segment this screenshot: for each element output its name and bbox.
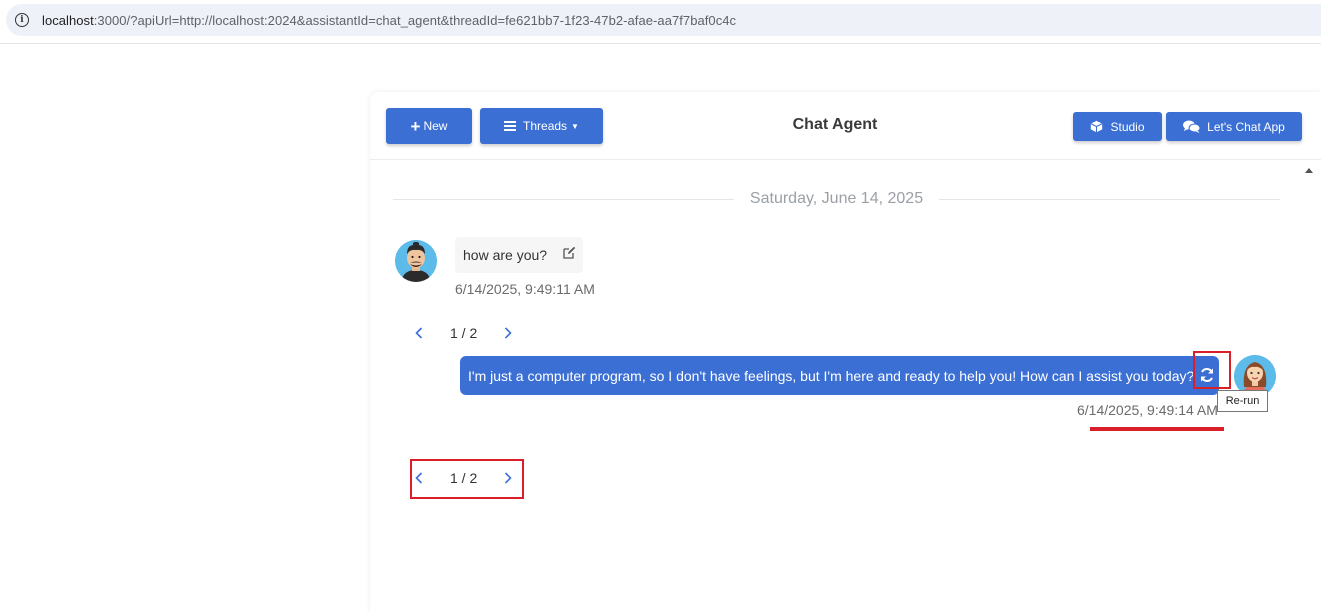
- url-field[interactable]: i localhost:3000/?apiUrl=http://localhos…: [6, 4, 1321, 36]
- lets-chat-app-button-label: Let's Chat App: [1207, 119, 1285, 134]
- user-message-timestamp: 6/14/2025, 9:49:11 AM: [455, 281, 595, 297]
- chat-header: + New Threads ▼ Chat Agent Studio Let's …: [370, 92, 1321, 160]
- annotation-box-rerun: [1193, 351, 1231, 389]
- studio-button[interactable]: Studio: [1073, 112, 1162, 141]
- edit-icon[interactable]: [562, 246, 576, 260]
- comments-icon: [1183, 120, 1201, 133]
- new-button[interactable]: + New: [386, 108, 472, 144]
- pager-label: 1 / 2: [450, 325, 478, 341]
- info-icon[interactable]: i: [15, 13, 29, 27]
- annotation-box-pager: [410, 459, 524, 499]
- threads-button-label: Threads: [523, 119, 568, 133]
- url-host: localhost: [42, 12, 94, 28]
- user-avatar: [395, 240, 437, 282]
- bot-message-text: I'm just a computer program, so I don't …: [468, 367, 1195, 384]
- cube-icon: [1090, 120, 1103, 133]
- user-message-text: how are you?: [463, 247, 548, 263]
- page-title: Chat Agent: [792, 116, 878, 133]
- bot-message-bubble: I'm just a computer program, so I don't …: [460, 356, 1219, 395]
- new-button-label: New: [423, 119, 448, 133]
- chevron-right-icon[interactable]: [501, 325, 515, 341]
- divider-line: [939, 198, 1281, 200]
- browser-address-bar: i localhost:3000/?apiUrl=http://localhos…: [0, 0, 1321, 44]
- url-rest: :3000/?apiUrl=http://localhost:2024&assi…: [93, 12, 737, 28]
- caret-down-icon: ▼: [571, 121, 579, 131]
- bot-message-timestamp: 6/14/2025, 9:49:14 AM: [1077, 402, 1218, 418]
- message-pager: 1 / 2: [412, 325, 515, 341]
- user-message-bubble: how are you?: [455, 237, 583, 273]
- plus-icon: +: [410, 116, 421, 136]
- studio-button-label: Studio: [1110, 119, 1145, 134]
- menu-icon: [504, 121, 517, 131]
- divider-line: [393, 198, 734, 200]
- annotation-underline-timestamp: [1090, 427, 1224, 431]
- chevron-left-icon[interactable]: [412, 325, 426, 341]
- date-label: Saturday, June 14, 2025: [749, 190, 924, 207]
- lets-chat-app-button[interactable]: Let's Chat App: [1166, 112, 1302, 141]
- threads-button[interactable]: Threads ▼: [480, 108, 603, 144]
- rerun-tooltip: Re-run: [1217, 390, 1268, 412]
- date-divider: Saturday, June 14, 2025: [393, 189, 1281, 209]
- scroll-up-arrow-icon[interactable]: [1305, 168, 1313, 173]
- url-text[interactable]: localhost:3000/?apiUrl=http://localhost:…: [42, 13, 736, 28]
- chat-card: + New Threads ▼ Chat Agent Studio Let's …: [370, 92, 1321, 612]
